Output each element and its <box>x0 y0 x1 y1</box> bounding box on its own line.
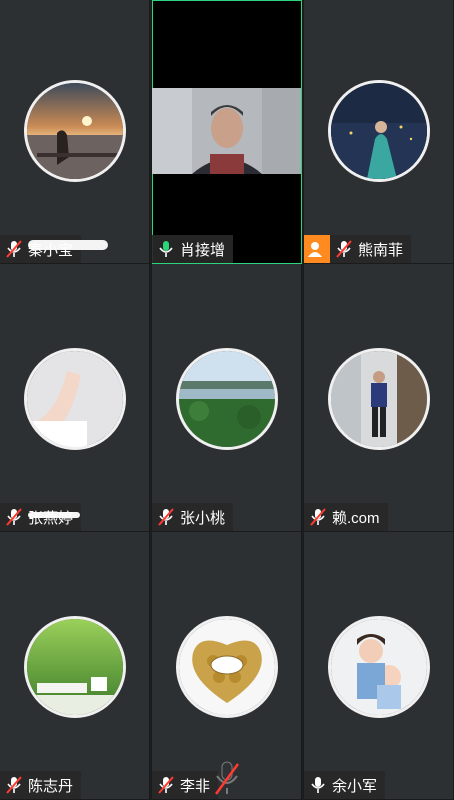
night-photo <box>331 83 427 179</box>
mic-on-icon[interactable] <box>308 774 328 796</box>
video-frame <box>152 88 301 174</box>
nameplate: 陈志丹 <box>0 771 82 799</box>
participant-name: 余小军 <box>332 777 378 795</box>
mic-muted-icon[interactable] <box>4 238 24 260</box>
lake-photo <box>179 351 275 447</box>
sunset-photo <box>27 83 123 179</box>
avatar <box>24 80 126 182</box>
participant-tile[interactable]: 赖.com <box>304 264 454 532</box>
nameplate: 余小军 <box>304 771 386 799</box>
chocolate-photo <box>179 619 275 715</box>
redaction-scribble <box>28 512 80 518</box>
nameplate: 张小桃 <box>152 503 234 531</box>
video-feed <box>152 88 301 174</box>
participant-name: 陈志丹 <box>28 777 74 795</box>
mic-muted-icon[interactable] <box>334 238 354 260</box>
mic-muted-icon[interactable] <box>4 774 24 796</box>
person-icon <box>308 242 322 257</box>
nameplate: 肖接增 <box>152 235 234 263</box>
mic-muted-icon[interactable] <box>156 506 176 528</box>
person-badge <box>304 235 330 263</box>
participant-tile[interactable]: 张燕婷 <box>0 264 150 532</box>
participant-tile-active[interactable]: 肖接增 <box>152 0 302 264</box>
arm-photo <box>27 351 123 447</box>
participant-grid: 秦小宝 肖接增 熊南菲 张燕婷 张小桃 赖.com 陈志丹 李非 余小军 <box>0 0 454 800</box>
participant-tile[interactable]: 熊南菲 <box>304 0 454 264</box>
participant-name: 李非 <box>180 777 211 795</box>
redaction-scribble <box>28 240 108 250</box>
participant-tile[interactable]: 张小桃 <box>152 264 302 532</box>
book-photo <box>27 619 123 715</box>
participant-name: 熊南菲 <box>358 241 404 259</box>
avatar <box>328 80 430 182</box>
nameplate: 熊南菲 <box>304 235 412 263</box>
mic-muted-icon[interactable] <box>4 506 24 528</box>
kids-photo <box>331 619 427 715</box>
avatar <box>24 616 126 718</box>
avatar <box>328 616 430 718</box>
participant-tile[interactable]: 陈志丹 <box>0 532 150 800</box>
mic-muted-icon[interactable] <box>156 774 176 796</box>
avatar <box>328 348 430 450</box>
mic-muted-icon[interactable] <box>212 758 242 798</box>
avatar <box>24 348 126 450</box>
avatar <box>176 616 278 718</box>
mic-muted-icon[interactable] <box>308 506 328 528</box>
avatar <box>176 348 278 450</box>
participant-name: 赖.com <box>332 509 380 527</box>
man-photo <box>331 351 427 447</box>
participant-tile[interactable]: 秦小宝 <box>0 0 150 264</box>
nameplate: 李非 <box>152 771 219 799</box>
nameplate: 赖.com <box>304 503 388 531</box>
participant-name: 张小桃 <box>180 509 226 527</box>
participant-name: 肖接增 <box>180 241 226 259</box>
participant-tile[interactable]: 余小军 <box>304 532 454 800</box>
mic-on-icon[interactable] <box>156 238 176 260</box>
